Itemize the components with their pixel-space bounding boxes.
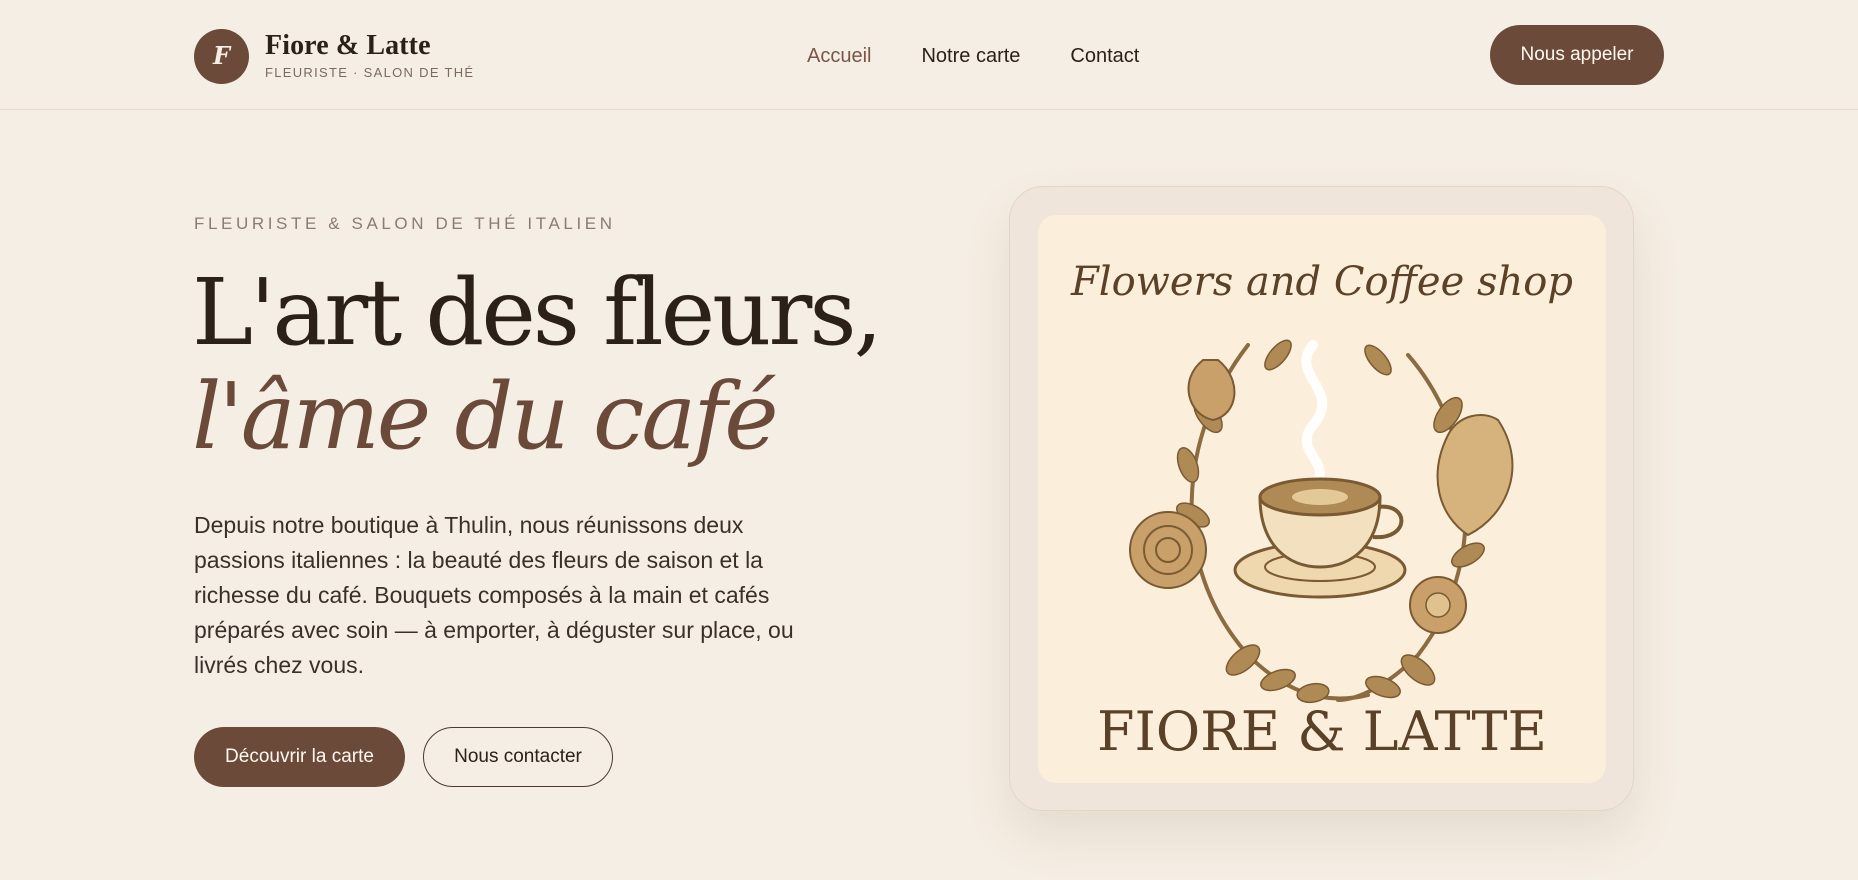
steam-icon [1301,340,1328,485]
logo-wordmark: FIORE & LATTE [1097,700,1547,763]
brand-text: Fiore & Latte FLEURISTE · SALON DE THÉ [265,32,474,80]
hero-title-line2: l'âme du café [192,363,779,470]
logo-illustration: Flowers and Coffee shop FIORE & LATTE [1038,215,1606,783]
brand-name: Fiore & Latte [265,30,431,61]
discover-menu-button[interactable]: Découvrir la carte [194,727,405,787]
brand-subtitle: FLEURISTE · SALON DE THÉ [265,65,475,80]
contact-us-button[interactable]: Nous contacter [423,727,613,787]
rose-icon [1129,511,1207,589]
flower-icon [1409,576,1467,634]
hero-title-line1: L'art des fleurs, [192,259,883,366]
brand-monogram-icon: F [194,28,249,84]
coffee-cup-icon [1233,477,1407,599]
logo-script-text: Flowers and Coffee shop [1070,259,1573,305]
logo-svg: Flowers and Coffee shop FIORE & LATTE [1070,259,1573,763]
hero-eyebrow: FLEURISTE & SALON DE THÉ ITALIEN [194,214,616,233]
main-nav: Accueil Notre carte Contact [807,38,1139,74]
site-header: F Fiore & Latte FLEURISTE · SALON DE THÉ… [0,0,1858,110]
logo-card: Flowers and Coffee shop FIORE & LATTE [1009,186,1634,811]
calla-lily-icon [1436,414,1514,537]
nav-item-contact[interactable]: Contact [1070,45,1139,68]
call-button[interactable]: Nous appeler [1490,25,1664,85]
hero-intro: Depuis notre boutique à Thulin, nous réu… [194,512,794,678]
nav-item-accueil[interactable]: Accueil [807,45,871,68]
brand[interactable]: F Fiore & Latte FLEURISTE · SALON DE THÉ [194,28,474,84]
nav-item-notre-carte[interactable]: Notre carte [921,45,1020,68]
